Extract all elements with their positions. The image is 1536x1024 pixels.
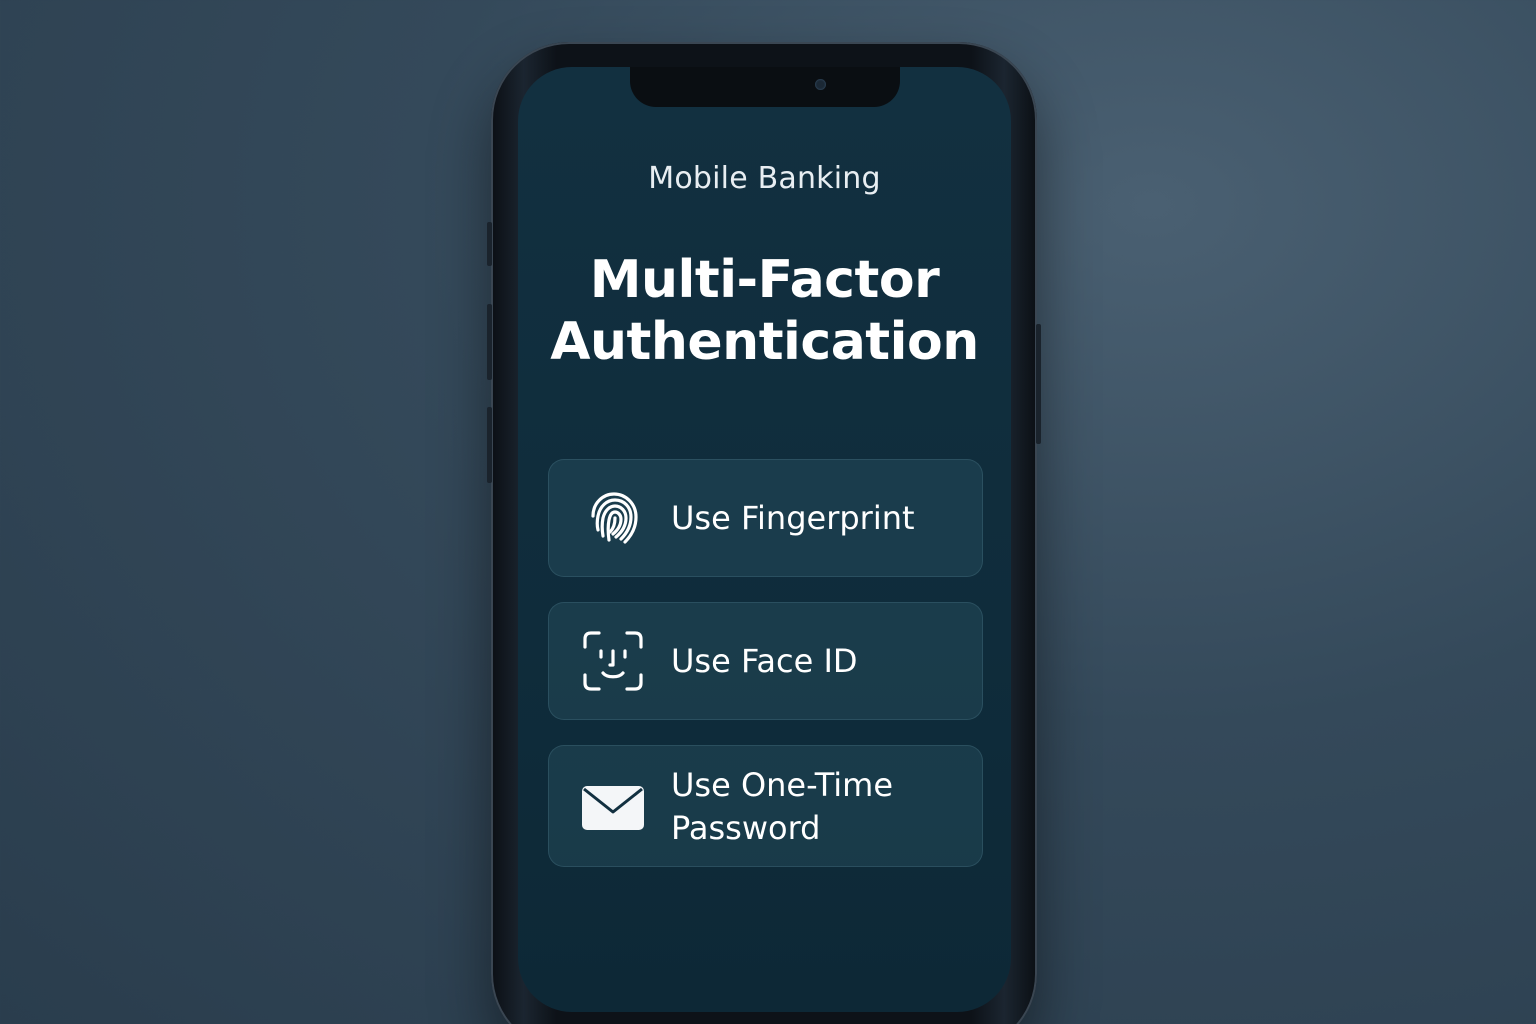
face-id-option-button[interactable]: Use Face ID	[548, 602, 983, 720]
otp-option-button[interactable]: Use One-Time Password	[548, 745, 983, 867]
fingerprint-option-button[interactable]: Use Fingerprint	[548, 459, 983, 577]
face-id-icon	[581, 629, 645, 693]
phone-screen: Mobile Banking Multi-Factor Authenticati…	[518, 67, 1011, 1012]
power-button	[1036, 324, 1041, 444]
envelope-icon	[581, 776, 645, 840]
silent-switch	[487, 222, 492, 266]
fingerprint-icon	[581, 486, 645, 550]
volume-down-button	[487, 407, 492, 483]
app-name: Mobile Banking	[648, 161, 881, 196]
notch	[630, 67, 900, 107]
front-camera	[815, 79, 826, 90]
fingerprint-option-label: Use Fingerprint	[671, 499, 915, 537]
volume-up-button	[487, 304, 492, 380]
otp-option-label: Use One-Time Password	[671, 766, 894, 847]
face-id-option-label: Use Face ID	[671, 642, 858, 680]
phone-frame: Mobile Banking Multi-Factor Authenticati…	[487, 42, 1041, 1024]
page-title: Multi-Factor Authentication	[550, 250, 979, 372]
